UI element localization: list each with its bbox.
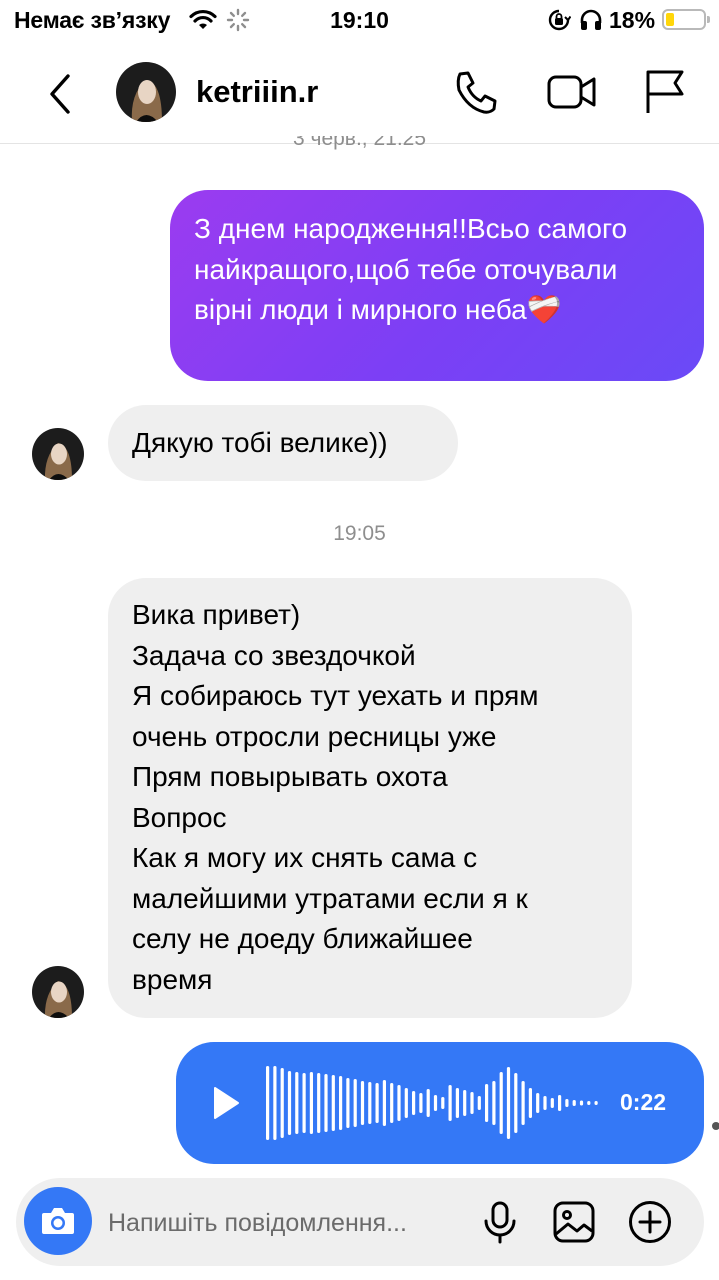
waveform-bar xyxy=(368,1082,372,1124)
waveform-bar xyxy=(324,1074,328,1132)
waveform-bar xyxy=(433,1095,438,1111)
waveform-bar xyxy=(353,1079,357,1127)
waveform-bar xyxy=(375,1083,379,1123)
message-line: Прям повырывать охота xyxy=(132,761,448,792)
waveform-bar xyxy=(521,1081,525,1125)
waveform-bar xyxy=(309,1072,313,1134)
waveform-bar xyxy=(317,1073,321,1133)
waveform-bar xyxy=(273,1066,277,1140)
battery-percent: 18% xyxy=(609,7,656,33)
waveform-bar xyxy=(280,1068,284,1138)
waveform-bar xyxy=(477,1096,481,1110)
orientation-lock-icon xyxy=(547,8,572,37)
message-line: Вика привет) xyxy=(132,599,301,630)
message-text: З днем народження!!Всьо самого найкращог… xyxy=(194,213,628,325)
message-line: селу не доеду ближайшее xyxy=(132,923,473,954)
waveform-bar xyxy=(266,1066,270,1140)
waveform-bar xyxy=(455,1088,459,1118)
waveform-bar xyxy=(346,1078,350,1128)
status-bar: Немає зв’язку 19:10 18% xyxy=(0,0,719,44)
waveform-bar xyxy=(426,1089,430,1117)
waveform-bar xyxy=(302,1073,306,1133)
avatar[interactable] xyxy=(32,966,84,1018)
message-bubble-received[interactable]: Дякую тобі велике)) xyxy=(108,405,458,481)
camera-icon[interactable] xyxy=(24,1187,92,1255)
waveform-bar xyxy=(543,1096,547,1110)
avatar[interactable] xyxy=(32,428,84,480)
waveform[interactable] xyxy=(266,1062,606,1149)
waveform-bar xyxy=(382,1080,386,1126)
waveform-bar xyxy=(412,1091,416,1115)
play-icon[interactable] xyxy=(212,1086,240,1125)
waveform-bar xyxy=(470,1092,474,1114)
voice-duration: 0:22 xyxy=(620,1089,667,1115)
message-line: Я собираюсь тут уехать и прям xyxy=(132,680,539,711)
waveform-bar xyxy=(572,1100,576,1106)
waveform-bar xyxy=(404,1088,408,1118)
waveform-bar xyxy=(506,1067,511,1139)
waveform-bar xyxy=(287,1071,292,1135)
battery-icon xyxy=(662,9,710,30)
timestamp: 19:05 xyxy=(333,522,386,545)
voice-message-bubble[interactable]: 0:22 xyxy=(176,1042,704,1164)
waveform-bar xyxy=(397,1085,401,1121)
scroll-indicator xyxy=(712,1122,719,1130)
waveform-bar xyxy=(485,1084,489,1122)
timestamp-top: 3 черв., 21:25 xyxy=(292,136,427,150)
waveform-bar xyxy=(550,1098,554,1108)
phone-icon[interactable] xyxy=(450,66,502,118)
waveform-bar xyxy=(463,1090,467,1116)
waveform-bar xyxy=(536,1093,540,1113)
message-line: Как я могу их снять сама с xyxy=(132,842,478,873)
waveform-bar xyxy=(331,1075,335,1131)
waveform-bar xyxy=(514,1073,518,1133)
waveform-bar xyxy=(390,1083,394,1123)
waveform-bar xyxy=(295,1072,299,1134)
waveform-bar xyxy=(492,1081,496,1125)
message-text: Дякую тобі велике)) xyxy=(132,427,388,458)
contact-name[interactable]: ketriiin.r xyxy=(196,74,318,110)
gallery-icon[interactable] xyxy=(550,1198,598,1246)
waveform-bar xyxy=(528,1088,532,1118)
message-bubble-sent[interactable]: З днем народження!!Всьо самого найкращог… xyxy=(170,190,704,381)
battery-cap xyxy=(707,16,710,23)
headphones-icon xyxy=(579,8,603,37)
video-camera-icon[interactable] xyxy=(546,66,598,118)
flag-icon[interactable] xyxy=(640,66,692,118)
add-icon[interactable] xyxy=(626,1198,674,1246)
waveform-bar xyxy=(587,1101,591,1105)
waveform-bar xyxy=(579,1100,584,1106)
chat-header: ketriiin.r xyxy=(0,44,719,144)
waveform-bar xyxy=(499,1072,503,1134)
message-line: Задача со звездочкой xyxy=(132,639,416,671)
waveform-bar xyxy=(558,1095,562,1111)
waveform-bar xyxy=(594,1101,598,1105)
microphone-icon[interactable] xyxy=(476,1198,524,1246)
waveform-bar xyxy=(360,1081,365,1125)
message-input[interactable] xyxy=(108,1206,468,1240)
message-bubble-received[interactable]: Вика привет) Задача со звездочкой Я соби… xyxy=(108,578,632,1018)
waveform-bar xyxy=(441,1097,445,1109)
waveform-bar xyxy=(419,1093,423,1113)
message-line: малейшими утратами если я к xyxy=(132,882,528,914)
message-line: Вопрос xyxy=(132,801,227,833)
message-composer xyxy=(16,1178,704,1266)
avatar[interactable] xyxy=(116,62,176,122)
waveform-bar xyxy=(339,1076,343,1130)
battery-level-fill xyxy=(666,13,674,26)
message-line: очень отросли ресницы уже xyxy=(132,720,497,752)
back-chevron-icon[interactable] xyxy=(40,70,80,118)
waveform-bar xyxy=(565,1099,569,1107)
message-line: время xyxy=(132,963,213,995)
waveform-bar xyxy=(448,1085,452,1121)
